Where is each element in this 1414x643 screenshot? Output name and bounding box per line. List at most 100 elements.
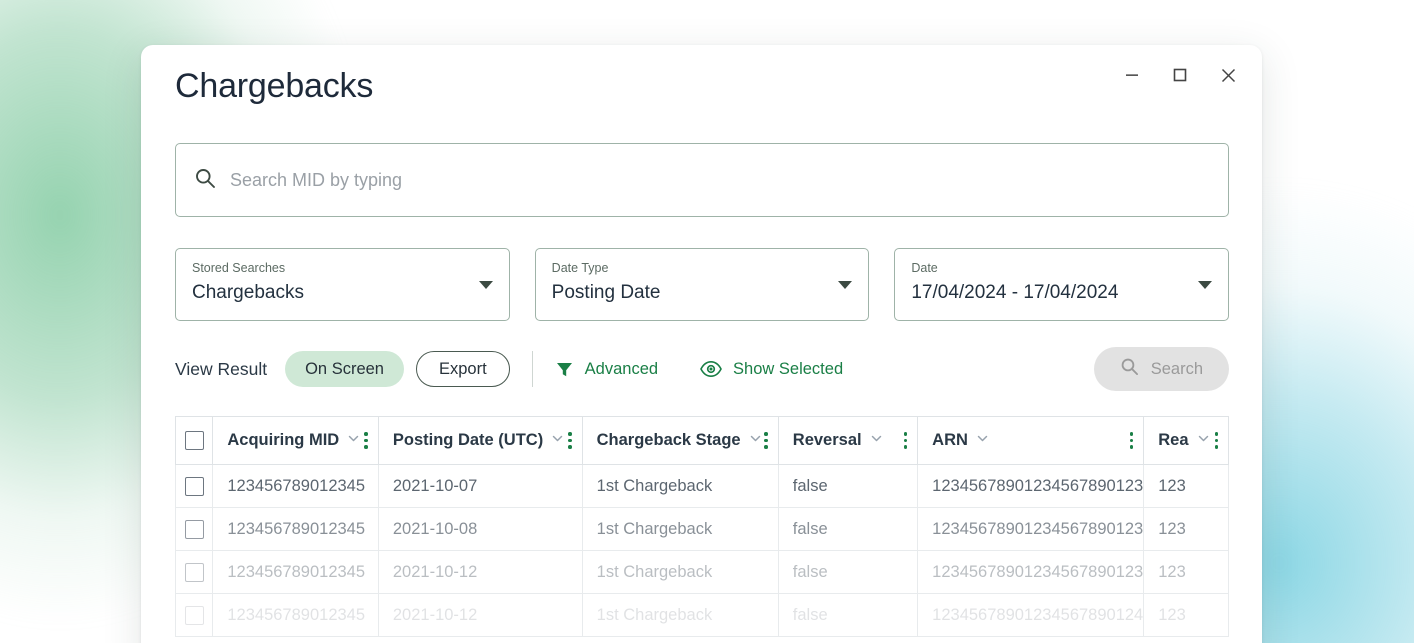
kebab-menu-icon[interactable] <box>1129 432 1134 449</box>
table-cell: 123456789012345 <box>212 507 379 551</box>
cell-value: false <box>792 476 828 495</box>
cell-value: 123 <box>1158 519 1186 538</box>
search-icon <box>194 167 216 194</box>
results-table-scroll[interactable]: Acquiring MID Posting Date (UTC) Chargebac… <box>175 416 1229 643</box>
row-checkbox[interactable] <box>184 562 204 582</box>
row-checkbox[interactable] <box>184 519 204 539</box>
kebab-menu-icon[interactable] <box>764 432 768 449</box>
search-input[interactable] <box>230 169 1210 191</box>
search-button[interactable]: Search <box>1093 347 1229 391</box>
date-range-value: 17/04/2024 - 17/04/2024 <box>911 282 1119 303</box>
results-table: Acquiring MID Posting Date (UTC) Chargebac… <box>175 416 1229 637</box>
cell-value: 123 <box>1158 476 1186 495</box>
column-header[interactable]: Rea <box>1143 416 1229 465</box>
advanced-button[interactable]: Advanced <box>555 360 658 379</box>
table-cell: 12345678901234567890124 <box>917 593 1145 637</box>
stored-searches-select[interactable]: Stored Searches Chargebacks <box>175 248 510 321</box>
chevron-down-icon[interactable] <box>976 431 989 450</box>
table-cell: false <box>778 550 919 594</box>
maximize-button[interactable] <box>1158 59 1202 91</box>
table-cell: 2021-10-12 <box>378 550 583 594</box>
chevron-down-icon[interactable] <box>749 431 762 450</box>
minimize-button[interactable] <box>1110 59 1154 91</box>
table-cell: 2021-10-08 <box>378 507 583 551</box>
date-type-value: Posting Date <box>551 282 661 303</box>
row-select-cell <box>175 593 214 637</box>
column-header[interactable]: Acquiring MID <box>212 416 379 465</box>
table-cell: 2021-10-07 <box>378 464 583 508</box>
column-header[interactable]: Chargeback Stage <box>582 416 779 465</box>
row-checkbox[interactable] <box>184 476 204 496</box>
table-row[interactable]: 123456789012345 2021-10-12 1st Chargeback f… <box>175 593 1229 637</box>
date-range-select[interactable]: Date 17/04/2024 - 17/04/2024 <box>894 248 1230 321</box>
table-cell: 12345678901234567890123 <box>917 507 1145 551</box>
table-cell: 2021-10-12 <box>378 593 583 637</box>
chevron-down-icon[interactable] <box>870 431 883 450</box>
filters-row: Stored Searches Chargebacks Date Type Po… <box>175 248 1230 321</box>
kebab-menu-icon[interactable] <box>903 432 908 449</box>
table-row[interactable]: 123456789012345 2021-10-12 1st Chargeback f… <box>175 550 1229 594</box>
cell-value: 1st Chargeback <box>596 562 713 581</box>
cell-value: 1st Chargeback <box>596 476 713 495</box>
kebab-menu-icon[interactable] <box>568 432 572 449</box>
cell-value: false <box>792 562 828 581</box>
date-type-select[interactable]: Date Type Posting Date <box>534 248 870 321</box>
cell-value: 2021-10-12 <box>392 562 478 581</box>
stored-searches-value: Chargebacks <box>192 282 304 303</box>
row-select-cell <box>175 464 214 508</box>
minimize-icon <box>1125 68 1139 82</box>
maximize-icon <box>1173 68 1187 82</box>
table-cell: 123 <box>1143 464 1229 508</box>
table-cell: 123 <box>1143 507 1229 551</box>
window-controls <box>1110 59 1250 91</box>
column-header[interactable]: Reversal <box>778 416 919 465</box>
cell-value: 2021-10-12 <box>392 605 478 624</box>
column-header[interactable]: ARN <box>917 416 1145 465</box>
cell-value: 2021-10-07 <box>392 476 478 495</box>
chevron-down-icon[interactable] <box>551 431 564 450</box>
show-selected-label: Show Selected <box>733 359 844 378</box>
chevron-down-icon[interactable] <box>1197 431 1210 450</box>
table-cell: 1st Chargeback <box>582 464 779 508</box>
export-button[interactable]: Export <box>415 351 510 387</box>
cell-value: 123456789012345 <box>227 476 366 495</box>
chevron-down-icon <box>1198 280 1213 289</box>
show-selected-button[interactable]: Show Selected <box>700 360 843 379</box>
table-cell: 1st Chargeback <box>582 593 779 637</box>
table-row[interactable]: 123456789012345 2021-10-07 1st Chargeback f… <box>175 464 1229 508</box>
cell-value: 123456789012345 <box>227 605 366 624</box>
table-row[interactable]: 123456789012345 2021-10-08 1st Chargeback f… <box>175 507 1229 551</box>
cell-value: 12345678901234567890123 <box>932 519 1144 538</box>
table-cell: false <box>778 593 919 637</box>
cell-value: 123 <box>1158 562 1186 581</box>
close-button[interactable] <box>1206 59 1250 91</box>
table-cell: 12345678901234567890123 <box>917 550 1145 594</box>
table-cell: 123 <box>1143 550 1229 594</box>
chevron-down-icon[interactable] <box>347 431 360 450</box>
column-header-label: Acquiring MID <box>227 431 340 449</box>
date-type-label: Date Type <box>551 261 609 275</box>
cell-value: 123 <box>1158 605 1186 624</box>
column-header[interactable]: Posting Date (UTC) <box>378 416 583 465</box>
cell-value: false <box>792 605 828 624</box>
chevron-down-icon <box>478 280 493 289</box>
toolbar-divider <box>531 351 533 387</box>
kebab-menu-icon[interactable] <box>364 432 368 449</box>
select-all-checkbox[interactable] <box>184 431 204 451</box>
row-select-cell <box>175 507 214 551</box>
table-cell: false <box>778 507 919 551</box>
column-header-label: Chargeback Stage <box>596 431 741 449</box>
table-body: 123456789012345 2021-10-07 1st Chargeback f… <box>175 464 1229 637</box>
column-header-label: Rea <box>1158 431 1189 449</box>
kebab-menu-icon[interactable] <box>1214 432 1218 449</box>
cell-value: 12345678901234567890123 <box>932 562 1144 581</box>
row-checkbox[interactable] <box>184 605 204 625</box>
table-cell: 1st Chargeback <box>582 507 779 551</box>
search-mid-box[interactable] <box>175 143 1229 217</box>
cell-value: 12345678901234567890123 <box>932 476 1144 495</box>
on-screen-toggle[interactable]: On Screen <box>285 351 404 387</box>
table-cell: 12345678901234567890123 <box>917 464 1145 508</box>
search-icon <box>1120 357 1139 381</box>
close-icon <box>1221 68 1236 83</box>
cell-value: 1st Chargeback <box>596 605 713 624</box>
